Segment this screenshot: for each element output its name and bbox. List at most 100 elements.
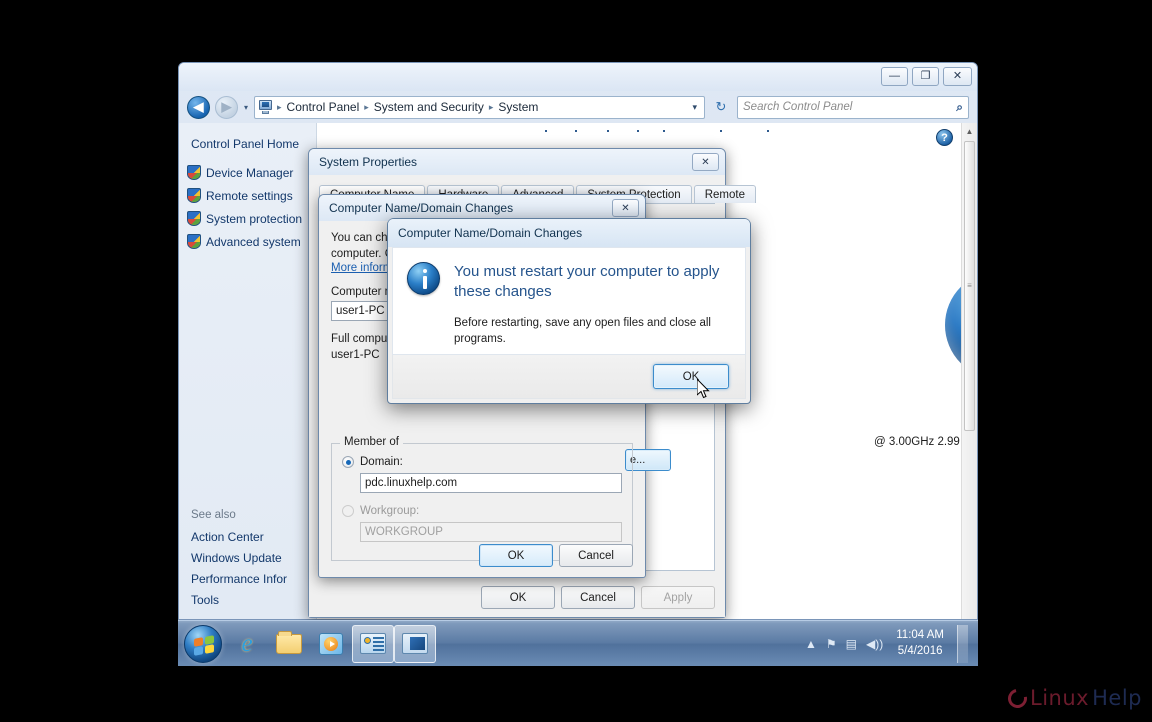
show-hidden-icons-button[interactable]: ▲ (805, 637, 817, 651)
message-dialog-content: You must restart your computer to apply … (392, 247, 746, 355)
sidebar-item-label: Remote settings (206, 188, 293, 203)
sidebar-item-remote-settings[interactable]: Remote settings (179, 184, 316, 207)
back-button[interactable]: ◀ (187, 95, 210, 119)
ok-button[interactable]: OK (653, 364, 729, 389)
tab-remote[interactable]: Remote (693, 185, 756, 203)
message-dialog-titlebar[interactable]: Computer Name/Domain Changes (388, 219, 750, 247)
sidebar-item-advanced-system[interactable]: Advanced system (179, 230, 316, 253)
back-arrow-icon: ◀ (193, 99, 204, 114)
linuxhelp-logo-icon (1004, 684, 1031, 712)
message-heading: You must restart your computer to apply … (454, 263, 720, 300)
message-dialog-title: Computer Name/Domain Changes (398, 226, 583, 240)
chevron-down-icon[interactable]: ▾ (688, 102, 701, 113)
breadcrumb-item-control-panel[interactable]: Control Panel (285, 100, 362, 114)
vertical-scrollbar[interactable]: ▲ ≡ (961, 123, 977, 619)
see-also-section: See also Action Center Windows Update Pe… (179, 505, 316, 611)
control-panel-icon (360, 633, 386, 654)
forward-arrow-icon: ▶ (221, 99, 232, 114)
breadcrumb-item-system-and-security[interactable]: System and Security (372, 100, 486, 114)
close-icon: ✕ (952, 70, 963, 82)
system-properties-titlebar[interactable]: System Properties ✕ (309, 149, 725, 175)
domain-label: Domain: (360, 456, 403, 468)
see-also-link-performance-information[interactable]: Performance Infor (191, 569, 316, 590)
computer-icon (258, 100, 274, 114)
cancel-button[interactable]: Cancel (559, 544, 633, 567)
action-center-icon[interactable]: ▤ (846, 637, 857, 651)
close-icon: ✕ (621, 202, 630, 214)
taskbar-windows-explorer[interactable] (268, 625, 310, 663)
maximize-button[interactable]: ❐ (912, 67, 939, 86)
help-button[interactable]: ? (936, 129, 953, 146)
minimize-button[interactable]: — (881, 67, 908, 86)
close-button[interactable]: ✕ (943, 67, 972, 86)
desktop: — ❐ ✕ ◀ ▶ ▾ ▸ Control Panel ▸ System and… (0, 0, 1152, 722)
taskbar-control-panel-window[interactable] (352, 624, 394, 663)
maximize-icon: ❐ (920, 70, 931, 82)
see-also-link-action-center[interactable]: Action Center (191, 527, 316, 548)
taskbar: e ▲ ⚑ ▤ ◀)) 11:04 AM 5/4/2016 (178, 620, 978, 666)
scroll-up-button[interactable]: ▲ (962, 123, 977, 140)
taskbar-internet-explorer[interactable]: e (226, 625, 268, 663)
sidebar-item-label: Device Manager (206, 165, 294, 180)
watermark-text-linux: Linux (1030, 686, 1090, 710)
clock-time: 11:04 AM (896, 628, 944, 641)
taskbar-media-player[interactable] (310, 625, 352, 663)
media-player-icon (319, 632, 343, 655)
history-dropdown-icon[interactable]: ▾ (243, 103, 249, 112)
clock-date: 5/4/2016 (897, 644, 943, 657)
sidebar: Control Panel Home Device Manager Remote… (179, 123, 317, 619)
sidebar-item-system-protection[interactable]: System protection (179, 207, 316, 230)
window-controls: — ❐ ✕ (881, 67, 972, 86)
explorer-titlebar[interactable]: — ❐ ✕ (179, 63, 977, 91)
workgroup-radio[interactable] (342, 505, 354, 517)
shield-icon (187, 188, 201, 203)
domain-radio-row[interactable]: Domain: (342, 456, 632, 468)
address-bar[interactable]: ▸ Control Panel ▸ System and Security ▸ … (254, 95, 705, 119)
scrollbar-grip-icon: ≡ (967, 281, 972, 290)
close-button[interactable]: ✕ (692, 153, 719, 171)
start-button[interactable] (184, 624, 222, 663)
ok-button[interactable]: OK (479, 544, 553, 567)
divider-dots (545, 130, 875, 132)
member-of-label: Member of (340, 436, 403, 448)
ok-button[interactable]: OK (481, 586, 555, 609)
computer-name-dialog-title: Computer Name/Domain Changes (329, 201, 514, 215)
message-body: Before restarting, save any open files a… (454, 317, 711, 346)
search-icon: ⌕ (956, 99, 963, 114)
see-also-title: See also (191, 509, 236, 521)
folder-icon (276, 630, 302, 654)
domain-input[interactable]: pdc.linuxhelp.com (360, 473, 622, 493)
system-properties-buttons: OK Cancel Apply (481, 586, 715, 609)
sidebar-item-label: Advanced system (206, 234, 301, 249)
search-input[interactable]: Search Control Panel ⌕ (737, 95, 969, 119)
computer-name-dialog-buttons: OK Cancel (479, 544, 633, 567)
restart-message-dialog: Computer Name/Domain Changes You must re… (387, 218, 751, 404)
see-also-link-windows-update[interactable]: Windows Update (191, 548, 316, 569)
sidebar-item-control-panel-home[interactable]: Control Panel Home (179, 133, 316, 161)
close-icon: ✕ (701, 156, 710, 168)
minimize-icon: — (889, 70, 900, 82)
breadcrumb-item-system[interactable]: System (496, 100, 540, 114)
workgroup-radio-row[interactable]: Workgroup: (342, 505, 632, 517)
forward-button[interactable]: ▶ (215, 95, 238, 119)
scrollbar-thumb[interactable]: ≡ (964, 141, 975, 431)
taskbar-system-properties-window[interactable] (394, 624, 436, 663)
breadcrumb-separator: ▸ (277, 101, 282, 112)
cancel-button[interactable]: Cancel (561, 586, 635, 609)
internet-explorer-icon: e (241, 629, 253, 657)
clock[interactable]: 11:04 AM 5/4/2016 (892, 628, 948, 659)
network-icon[interactable]: ⚑ (826, 637, 837, 651)
refresh-button[interactable]: ↻ (710, 96, 732, 119)
sidebar-item-device-manager[interactable]: Device Manager (179, 161, 316, 184)
address-bar-row: ◀ ▶ ▾ ▸ Control Panel ▸ System and Secur… (179, 91, 977, 123)
workgroup-label: Workgroup: (360, 505, 420, 517)
volume-icon[interactable]: ◀)) (866, 637, 883, 651)
domain-radio[interactable] (342, 456, 354, 468)
close-button[interactable]: ✕ (612, 199, 639, 217)
message-dialog-footer: OK (392, 355, 746, 399)
shield-icon (187, 165, 201, 180)
computer-name-input[interactable]: user1-PC (331, 301, 391, 322)
see-also-link-tools[interactable]: Tools (191, 590, 316, 611)
show-desktop-button[interactable] (957, 624, 968, 663)
system-tray: ▲ ⚑ ▤ ◀)) 11:04 AM 5/4/2016 (805, 624, 974, 663)
